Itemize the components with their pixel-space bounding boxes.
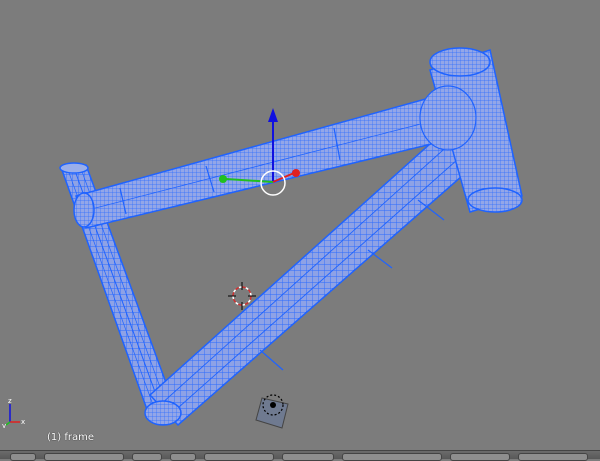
x-axis-handle <box>292 169 300 177</box>
active-object-label: (1) frame <box>47 432 94 443</box>
axis-orientation-widget: z x y <box>2 398 25 428</box>
manipulator-icon[interactable] <box>204 453 274 461</box>
axis-x-label: x <box>21 418 25 426</box>
camera-icon[interactable] <box>255 394 289 429</box>
layers-grid-icon[interactable] <box>518 453 588 461</box>
axis-z-label: z <box>8 398 12 405</box>
axis-y-label: y <box>2 422 6 428</box>
snap-icon[interactable] <box>342 453 442 461</box>
y-axis-handle <box>219 175 227 183</box>
pivot-icon[interactable] <box>170 453 196 461</box>
layer-icon[interactable] <box>282 453 334 461</box>
z-axis-arrow <box>268 108 278 122</box>
render-icon[interactable] <box>450 453 510 461</box>
view-menu-icon[interactable] <box>10 453 36 461</box>
3d-viewport[interactable]: z x y (1) frame <box>0 0 600 450</box>
scene-canvas[interactable] <box>0 0 600 450</box>
shading-icon[interactable] <box>132 453 162 461</box>
mode-select-icon[interactable] <box>44 453 124 461</box>
